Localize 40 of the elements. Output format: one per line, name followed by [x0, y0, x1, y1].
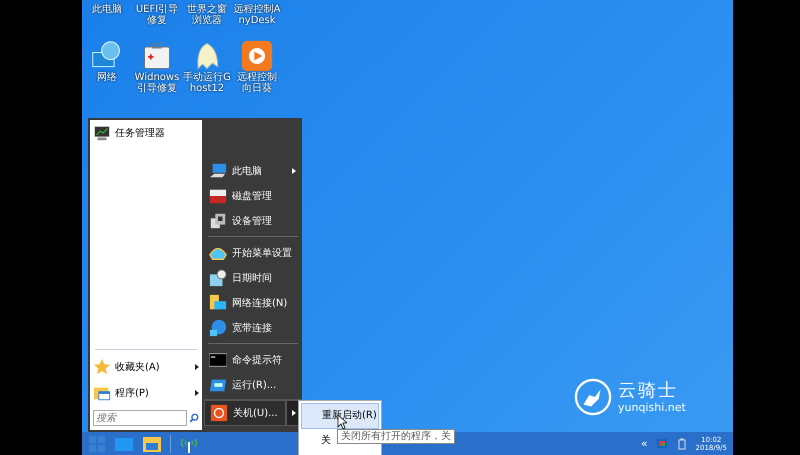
start-menu-item[interactable]: 运行(R)... — [204, 372, 302, 397]
device-icon — [209, 212, 227, 230]
start-menu-item[interactable]: 磁盘管理 — [204, 183, 302, 208]
submenu-arrow-icon — [195, 364, 199, 370]
desktop-icon-label[interactable]: 世界之窗浏览器 — [183, 4, 231, 26]
monitor-chart-icon — [93, 124, 111, 142]
start-menu-item[interactable]: 命令提示符 — [204, 347, 302, 372]
start-menu-item[interactable]: 日期时间 — [204, 265, 302, 290]
wallpaper-logo-text: 云骑士 — [618, 380, 679, 400]
first-aid-kit-icon[interactable] — [141, 40, 173, 72]
start-menu-item[interactable]: 宽带连接 — [204, 315, 302, 340]
star-icon — [93, 358, 111, 376]
start-menu-item[interactable]: 设备管理 — [204, 208, 302, 233]
shutdown-button[interactable]: 关机(U)... — [204, 400, 286, 426]
search-icon[interactable] — [189, 412, 199, 424]
desktop-icon-label[interactable]: 远程控制向日葵 — [233, 72, 281, 94]
desktop-icon-label[interactable]: UEFI引导修复 — [133, 4, 181, 26]
computer-icon — [209, 162, 227, 180]
network-folder-icon — [209, 294, 227, 312]
usb-drive-icon[interactable] — [676, 438, 688, 450]
start-menu-item[interactable]: 网络连接(N) — [204, 290, 302, 315]
submenu-arrow-icon — [292, 168, 296, 174]
start-menu-item[interactable]: 程序(P) — [93, 380, 199, 406]
start-menu-item[interactable]: 收藏夹(A) — [93, 354, 199, 380]
desktop-icon-label[interactable]: Widnows引导修复 — [133, 72, 181, 94]
desktop-icon-label[interactable]: 手动运行Ghost12 — [183, 72, 231, 94]
start-menu-item[interactable]: 任务管理器 — [93, 122, 199, 144]
start-menu-item[interactable]: 开始菜单设置 — [204, 240, 302, 265]
tooltip: 关闭所有打开的程序，关 — [337, 429, 455, 444]
start-menu-item[interactable]: 此电脑 — [204, 158, 302, 183]
power-icon — [210, 404, 228, 422]
submenu-arrow-icon — [195, 390, 199, 396]
search-field[interactable]: 搜索 — [93, 410, 187, 426]
terminal-icon — [209, 350, 227, 368]
desktop-icon-label[interactable]: 此电脑 — [83, 4, 131, 26]
desktop-icon-label[interactable]: 远程控制AnyDesk — [233, 4, 281, 26]
wallpaper-logo-url: yunqishi.net — [618, 400, 686, 414]
desktop-icon-label[interactable]: 网络 — [83, 72, 131, 83]
tray-expand-button[interactable]: « — [640, 437, 648, 450]
calendar-clock-icon — [209, 268, 227, 286]
